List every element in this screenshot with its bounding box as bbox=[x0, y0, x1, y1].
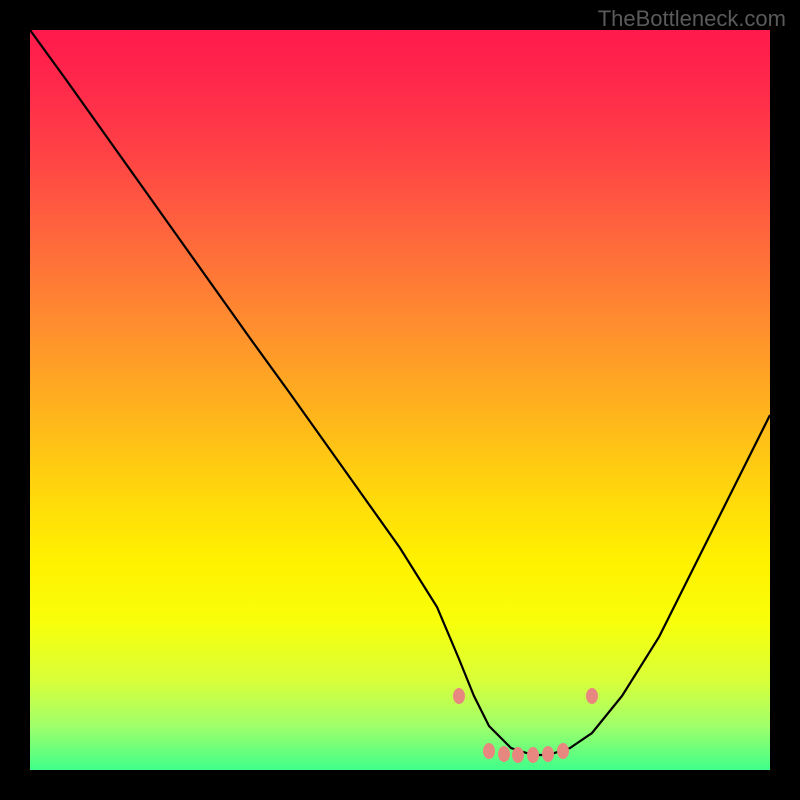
watermark-text: TheBottleneck.com bbox=[598, 6, 786, 32]
chart-plot-area bbox=[30, 30, 770, 770]
bottleneck-curve bbox=[30, 30, 770, 770]
curve-path bbox=[30, 30, 770, 755]
